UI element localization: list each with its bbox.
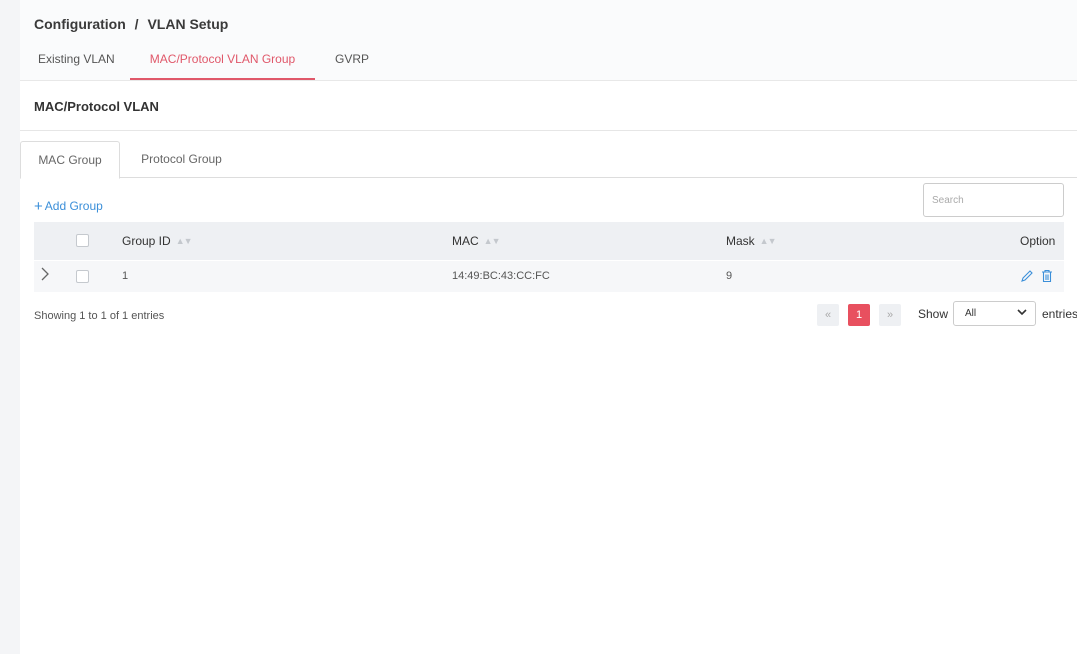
chevron-down-icon [1017,307,1027,320]
tab-existing-vlan[interactable]: Existing VLAN [38,52,126,80]
sort-icon: ▲▼ [175,236,193,246]
tab-mac-group[interactable]: MAC Group [20,141,120,179]
column-label-group-id: Group ID [122,234,171,248]
sub-tab-bar: MAC Group Protocol Group [20,141,1077,179]
mac-protocol-vlan-card: MAC/Protocol VLAN MAC Group Protocol Gro… [20,80,1077,654]
column-header-group-id[interactable]: Group ID ▲▼ [122,222,193,260]
column-header-mask[interactable]: Mask ▲▼ [726,222,776,260]
search-input[interactable] [923,183,1064,217]
column-label-mac: MAC [452,234,479,248]
delete-icon[interactable] [1041,269,1053,286]
pagination-page-1[interactable]: 1 [848,304,870,326]
column-header-mac[interactable]: MAC ▲▼ [452,222,500,260]
table-header: Group ID ▲▼ MAC ▲▼ Mask ▲▼ Option [34,222,1064,260]
card-header: MAC/Protocol VLAN [20,81,1077,131]
pagination-prev[interactable]: « [817,304,839,326]
plus-icon: + [34,198,43,215]
pagination-next[interactable]: » [879,304,901,326]
cell-mask: 9 [726,270,733,282]
table-info: Showing 1 to 1 of 1 entries [34,310,165,322]
add-group-label: Add Group [44,199,103,213]
chevron-right-icon[interactable] [40,267,50,284]
select-all-checkbox[interactable] [76,234,89,247]
table-row: 1 14:49:BC:43:CC:FC 9 [34,260,1064,292]
breadcrumb-separator: / [134,16,139,32]
tab-protocol-group[interactable]: Protocol Group [124,141,239,178]
cell-group-id: 1 [122,270,129,282]
page-header: Configuration / VLAN Setup Existing VLAN… [20,0,1077,80]
show-label: Show [918,307,949,321]
sort-icon: ▲▼ [759,236,777,246]
column-header-option: Option [1020,234,1056,248]
entries-select[interactable]: All [953,301,1036,326]
tab-gvrp[interactable]: GVRP [335,52,375,80]
column-label-mask: Mask [726,234,755,248]
edit-icon[interactable] [1020,269,1033,286]
breadcrumb: Configuration / VLAN Setup [34,16,228,32]
breadcrumb-parent[interactable]: Configuration [34,16,126,32]
entries-label: entries [1042,307,1077,321]
mac-group-table: Group ID ▲▼ MAC ▲▼ Mask ▲▼ Option 1 14:49:B… [34,222,1064,292]
breadcrumb-current: VLAN Setup [147,16,229,32]
row-checkbox[interactable] [76,270,89,283]
cell-mac: 14:49:BC:43:CC:FC [452,270,550,282]
add-group-button[interactable]: + Add Group [34,198,103,215]
sort-icon: ▲▼ [483,236,501,246]
tab-mac-protocol-vlan-group[interactable]: MAC/Protocol VLAN Group [130,52,315,80]
card-title: MAC/Protocol VLAN [34,99,159,114]
entries-select-value: All [965,308,977,319]
